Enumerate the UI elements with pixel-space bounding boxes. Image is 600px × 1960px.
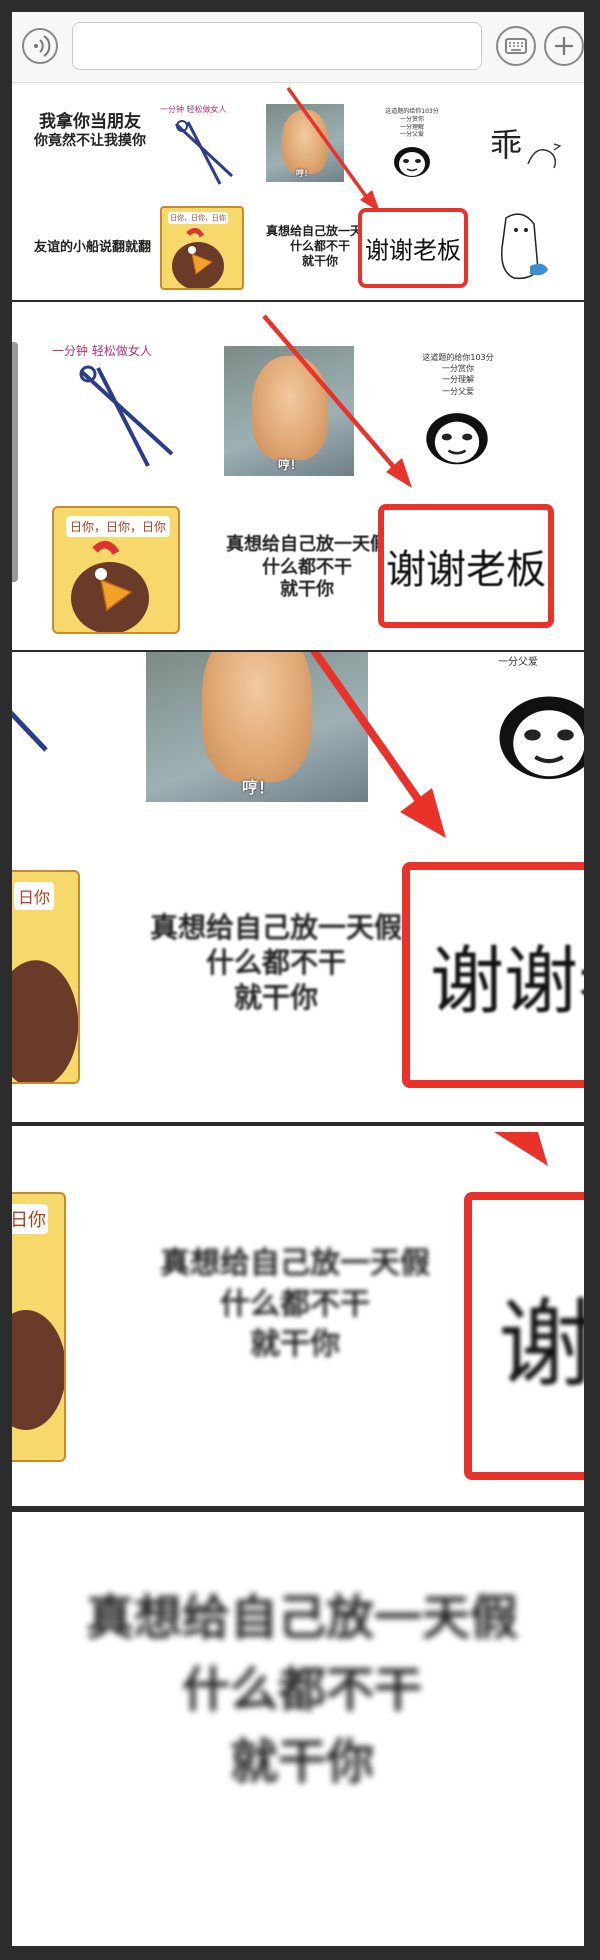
pointer-arrow-3: [310, 652, 446, 838]
panel-sticker-keyboard: 我拿你当朋友 你竟然不让我摸你 一分钟 轻松做女人 哼！ 这道题的给你103分 …: [12, 12, 584, 300]
vacation-z4-line3: 就干你: [229, 1734, 374, 1790]
panel-zoom-1: 一分钟 轻松做女人 哼！ 这道题的给你103分 一分赏你 一分理解 一分父爱 日…: [12, 302, 584, 650]
panel-zoom-4: 真想给自己放一天假 什么都不干 就干你: [12, 1512, 584, 1946]
pointer-arrow-1: [286, 86, 380, 212]
pointer-arrow-2: [262, 314, 412, 488]
vacation-z4-line1: 真想给自己放一天假: [85, 1590, 518, 1646]
panel-zoom-3: 日你 真想给自己放一天假 什么都不干 就干你 谢: [12, 1126, 584, 1506]
vacation-z4-line2: 什么都不干: [181, 1662, 422, 1718]
pointer-arrow-4: [494, 1132, 548, 1166]
panel-zoom-2: 哼！ 一分父爱 日你 真想给自己放一天假 什么都不干 就干你 谢谢老: [12, 652, 584, 1122]
sticker-vacation-z4[interactable]: 真想给自己放一天假 什么都不干 就干你: [62, 1582, 542, 1798]
